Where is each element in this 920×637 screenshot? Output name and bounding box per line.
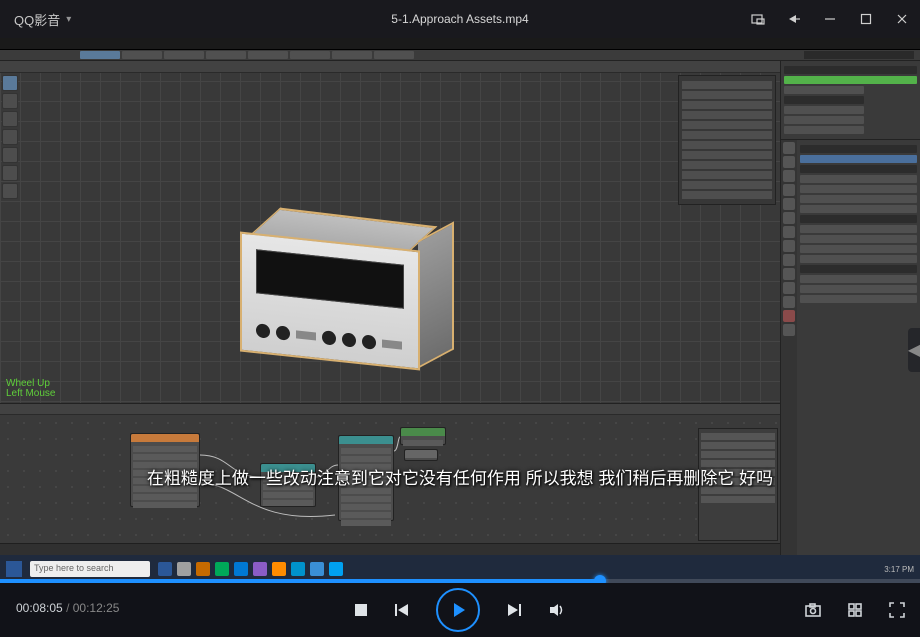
- taskbar-search: Type here to search: [30, 561, 150, 577]
- blender-screenshot: Wheel Up Left Mouse: [0, 38, 920, 583]
- app-name: QQ影音: [14, 10, 60, 29]
- stop-button[interactable]: [354, 603, 368, 617]
- maximize-button[interactable]: [848, 0, 884, 38]
- properties-panel: [797, 140, 920, 583]
- snapshot-button[interactable]: [804, 601, 822, 619]
- sidebar-toggle[interactable]: ◀: [908, 328, 920, 372]
- window-buttons: [740, 0, 920, 38]
- settings-button[interactable]: [846, 601, 864, 619]
- viewport-3d: Wheel Up Left Mouse: [0, 61, 780, 403]
- time-current: 00:08:05: [16, 601, 63, 615]
- app-brand[interactable]: QQ影音 ▾: [0, 10, 85, 29]
- n-panel: [678, 75, 776, 205]
- player-controls: 00:08:05 / 00:12:25: [0, 583, 920, 637]
- minimize-button[interactable]: [812, 0, 848, 38]
- properties-tab-icons: [781, 140, 797, 583]
- subtitle-text: 在粗糙度上做一些改动注意到它对它没有任何作用 所以我想 我们稍后再删除它 好吗: [147, 464, 773, 489]
- operator-overlay: Wheel Up Left Mouse: [6, 379, 55, 399]
- titlebar: QQ影音 ▾ 5-1.Approach Assets.mp4: [0, 0, 920, 38]
- time-sep: /: [66, 601, 73, 615]
- right-column: [780, 61, 920, 583]
- blender-titlebar: [0, 38, 920, 50]
- mini-mode-button[interactable]: [740, 0, 776, 38]
- pin-button[interactable]: [776, 0, 812, 38]
- start-button: [6, 561, 22, 577]
- play-button[interactable]: [436, 588, 480, 632]
- model-amplifier: [240, 211, 460, 371]
- time-display: 00:08:05 / 00:12:25: [16, 601, 119, 615]
- prev-button[interactable]: [394, 603, 410, 617]
- chevron-down-icon: ▾: [66, 14, 71, 25]
- blender-workspace-tabs: [0, 50, 920, 61]
- toolbar-left: [2, 75, 18, 201]
- next-button[interactable]: [506, 603, 522, 617]
- volume-button[interactable]: [548, 602, 566, 618]
- video-surface[interactable]: Wheel Up Left Mouse: [0, 38, 920, 583]
- time-duration: 00:12:25: [73, 601, 120, 615]
- file-title: 5-1.Approach Assets.mp4: [391, 12, 528, 26]
- outliner: [781, 61, 920, 140]
- close-button[interactable]: [884, 0, 920, 38]
- fullscreen-button[interactable]: [888, 601, 906, 619]
- blender-statusbar: [0, 543, 780, 555]
- taskbar-clock: 3:17 PM: [884, 565, 914, 574]
